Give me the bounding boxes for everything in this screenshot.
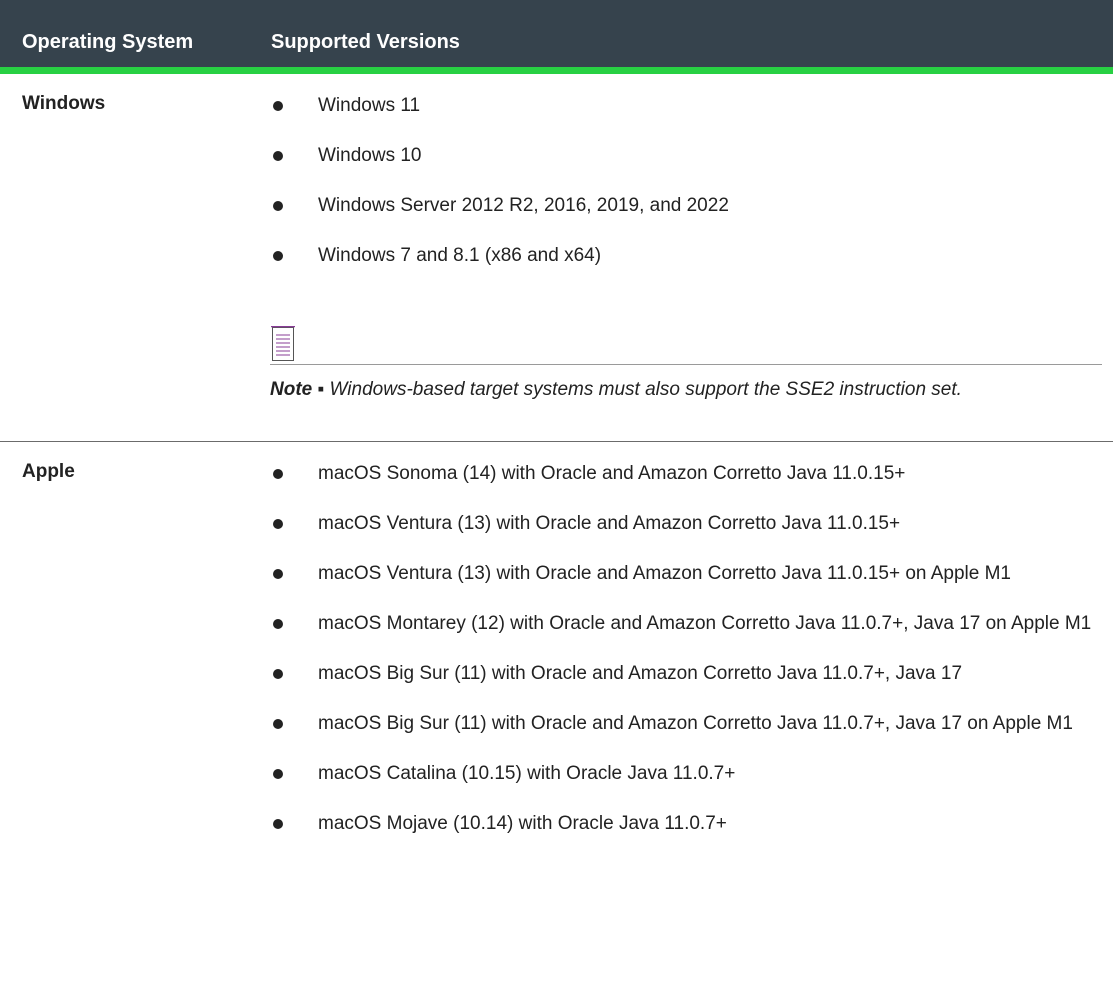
- os-name-windows: Windows: [22, 93, 106, 114]
- bullet-icon: [273, 619, 283, 629]
- apple-versions-list: macOS Sonoma (14) with Oracle and Amazon…: [270, 458, 1102, 858]
- list-item: Windows 7 and 8.1 (x86 and x64): [270, 240, 1102, 272]
- note-body: Windows-based target systems must also s…: [329, 379, 962, 400]
- version-text: Windows 11: [318, 95, 421, 116]
- list-item: macOS Montarey (12) with Oracle and Amaz…: [270, 608, 1102, 640]
- note-document-icon: [271, 325, 297, 362]
- version-text: macOS Ventura (13) with Oracle and Amazo…: [318, 563, 1011, 584]
- note-divider: [270, 364, 1102, 365]
- version-text: macOS Mojave (10.14) with Oracle Java 11…: [318, 813, 727, 834]
- list-item: Windows 10: [270, 140, 1102, 172]
- list-item: macOS Catalina (10.15) with Oracle Java …: [270, 758, 1102, 790]
- list-item: macOS Ventura (13) with Oracle and Amazo…: [270, 508, 1102, 540]
- version-text: macOS Catalina (10.15) with Oracle Java …: [318, 763, 736, 784]
- note-block: Note ▪ Windows-based target systems must…: [270, 325, 1102, 406]
- windows-versions-list: Windows 11 Windows 10 Windows Server 201…: [270, 90, 1102, 290]
- list-item: macOS Mojave (10.14) with Oracle Java 11…: [270, 808, 1102, 840]
- header-supported-versions: Supported Versions: [271, 31, 460, 53]
- bullet-icon: [273, 569, 283, 579]
- header-operating-system: Operating System: [22, 31, 194, 53]
- table-row-apple: Apple macOS Sonoma (14) with Oracle and …: [0, 442, 1113, 990]
- table-row-windows: Windows Windows 11 Windows 10 Windows Se…: [0, 74, 1113, 442]
- version-text: macOS Ventura (13) with Oracle and Amazo…: [318, 513, 901, 534]
- list-item: Windows 11: [270, 90, 1102, 122]
- bullet-icon: [273, 201, 283, 211]
- list-item: macOS Big Sur (11) with Oracle and Amazo…: [270, 658, 1102, 690]
- bullet-icon: [273, 519, 283, 529]
- version-text: macOS Sonoma (14) with Oracle and Amazon…: [318, 463, 906, 484]
- bullet-icon: [273, 669, 283, 679]
- note-label: Note ▪: [270, 379, 325, 400]
- bullet-icon: [273, 151, 283, 161]
- list-item: macOS Ventura (13) with Oracle and Amazo…: [270, 558, 1102, 590]
- bullet-icon: [273, 769, 283, 779]
- bullet-icon: [273, 101, 283, 111]
- list-item: macOS Sonoma (14) with Oracle and Amazon…: [270, 458, 1102, 490]
- bullet-icon: [273, 251, 283, 261]
- os-support-table: Operating System Supported Versions Wind…: [0, 0, 1113, 990]
- list-item: macOS Big Sur (11) with Oracle and Amazo…: [270, 708, 1102, 740]
- note-text: Note ▪ Windows-based target systems must…: [270, 374, 1102, 406]
- version-text: Windows 10: [318, 145, 422, 166]
- version-text: macOS Big Sur (11) with Oracle and Amazo…: [318, 713, 1073, 734]
- version-text: macOS Montarey (12) with Oracle and Amaz…: [318, 613, 1092, 634]
- os-name-apple: Apple: [22, 461, 75, 482]
- bullet-icon: [273, 469, 283, 479]
- table-header: Operating System Supported Versions: [0, 0, 1113, 74]
- version-text: Windows Server 2012 R2, 2016, 2019, and …: [318, 195, 729, 216]
- version-text: macOS Big Sur (11) with Oracle and Amazo…: [318, 663, 963, 684]
- bullet-icon: [273, 819, 283, 829]
- bullet-icon: [273, 719, 283, 729]
- list-item: Windows Server 2012 R2, 2016, 2019, and …: [270, 190, 1102, 222]
- version-text: Windows 7 and 8.1 (x86 and x64): [318, 245, 602, 266]
